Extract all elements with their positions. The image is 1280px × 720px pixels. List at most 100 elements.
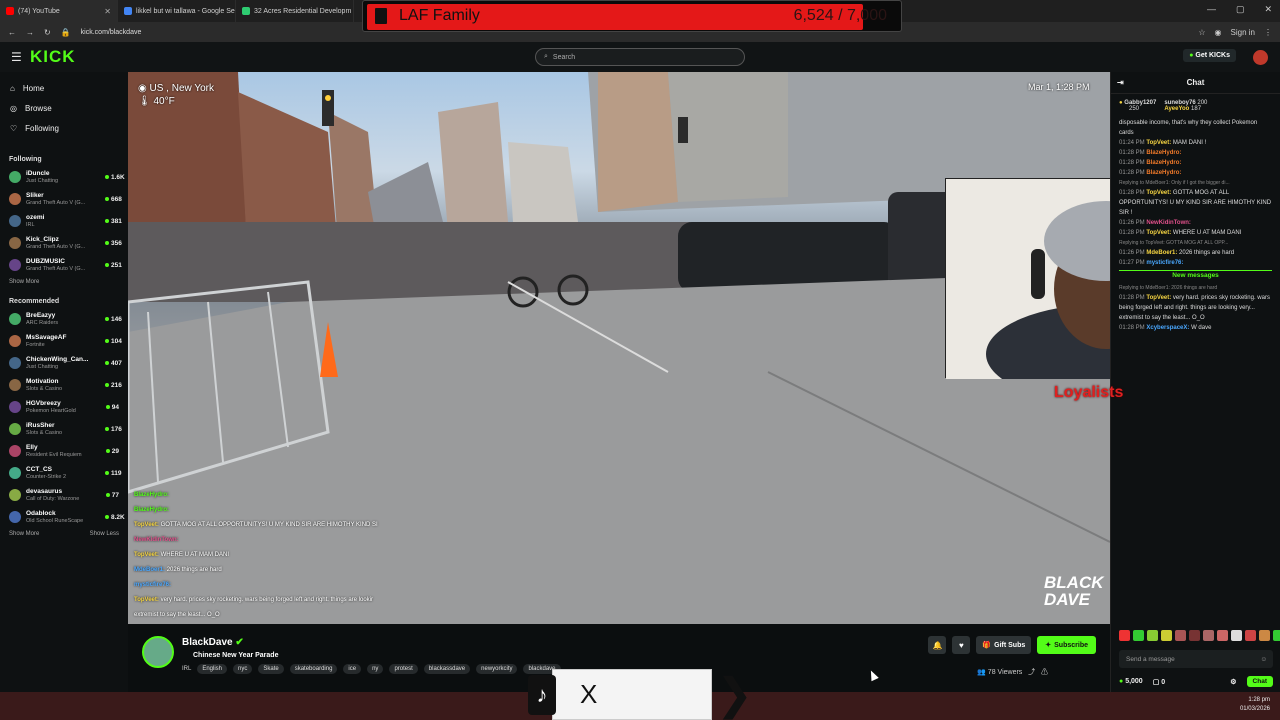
chat-username[interactable]: BlazeHydro: [1146,170,1181,176]
chat-username[interactable]: TopVeet: [1146,190,1171,196]
chat-send-button[interactable]: Chat [1246,676,1273,687]
close-window-icon[interactable]: ✕ [1264,4,1272,15]
sidebar-channel[interactable]: Elly Resident Evil Requiem 29 [0,440,128,462]
chevron-right-icon: ❯ [716,670,753,719]
sidebar-channel[interactable]: devasaurus Call of Duty: Warzone 77 [0,484,128,506]
sidebar-channel[interactable]: Odablock Old School RuneScape 8.2K [0,506,128,528]
show-more-button[interactable]: Show More [9,531,39,537]
emote-icon[interactable] [1133,630,1144,641]
chat-username[interactable]: TopVeet: [1146,140,1171,146]
chat-username[interactable]: TopVeet: [1146,230,1171,236]
get-kicks-button[interactable]: ● Get KICKs [1183,49,1236,62]
stream-tag[interactable]: skateboarding [289,664,338,674]
emote-icon[interactable] [1259,630,1270,641]
subscribe-button[interactable]: ✦ Subscribe [1037,636,1096,654]
gift-subs-button[interactable]: 🎁 Gift Subs [976,636,1032,654]
chat-username[interactable]: mysticfire76: [1146,260,1183,266]
close-tab-icon[interactable]: ✕ [104,7,111,16]
chat-username[interactable]: TopVeet: [1146,295,1171,301]
chat-message: 01:24 PM TopVeet: MAM DANI ! [1119,138,1272,148]
sidebar-channel[interactable]: ChickenWing_Can... Just Chatting 407 [0,352,128,374]
settings-icon[interactable]: ⚙ [1230,678,1236,686]
menu-icon[interactable]: ⋮ [1264,28,1272,37]
share-icon[interactable]: ⤴ [1028,669,1035,676]
profile-icon[interactable]: ◉ [1215,28,1222,37]
emoji-icon[interactable]: ☺ [1260,656,1267,663]
tiktok-box [552,669,712,720]
show-less-button[interactable]: Show Less [90,531,119,537]
chat-username[interactable]: BlazeHydro: [1146,160,1181,166]
browser-tab[interactable]: 32 Acres Residential Developm✕ [236,0,354,22]
stream-tag[interactable]: English [197,664,228,674]
sidebar-channel[interactable]: CCT_CS Counter-Strike 2 119 [0,462,128,484]
stream-tag[interactable]: Skate [258,664,284,674]
video-player[interactable]: ◉ US , New York 🌡 40°F Mar 1, 1:28 PM Bl… [128,72,1110,624]
search-input[interactable]: ⌕ Search [535,48,745,66]
collapse-chat-icon[interactable]: ⇥ [1117,78,1124,87]
stream-tag[interactable]: protest [389,664,418,674]
chat-username[interactable]: XcyberspaceX: [1146,325,1189,331]
sidebar-item-following[interactable]: ♡ Following [0,118,128,138]
viewer-count: 👥 78 Viewers ⤴ ⚠ [977,667,1048,677]
emote-icon[interactable] [1203,630,1214,641]
notification-bell-button[interactable]: 🔔 [928,636,947,654]
sidebar-channel[interactable]: Kick_Clipz Grand Theft Auto V (G... 356 [0,232,128,254]
stream-tag[interactable]: blackassdave [423,664,471,674]
stream-tag[interactable]: nyc [233,664,253,674]
report-icon[interactable]: ⚠ [1041,669,1048,676]
sidebar-channel[interactable]: HGVbreezy Pokemon HeartGold 94 [0,396,128,418]
star-icon[interactable]: ☆ [1198,28,1205,37]
sidebar-channel[interactable]: Motivation Slots & Casino 216 [0,374,128,396]
emote-icon[interactable] [1161,630,1172,641]
browser-tab[interactable]: (74) YouTube ✕ [0,0,118,22]
top-gifter[interactable]: suneboy76 200 AyeeYoo 187 [1164,100,1207,112]
location-pin-icon: ◉ [138,83,147,94]
kick-logo[interactable]: KICK [30,47,76,67]
emote-icon[interactable] [1245,630,1256,641]
sign-in-button[interactable]: Sign in [1231,28,1255,37]
sidebar-item-browse[interactable]: ◎ Browse [0,98,128,118]
stream-tag[interactable]: ny [367,664,384,674]
emote-icon[interactable] [1231,630,1242,641]
browser-tab[interactable]: likkel but wi tallawa - Google Se✕ [118,0,236,22]
send-message-input[interactable]: Send a message ☺ [1119,650,1273,668]
kicks-balance[interactable]: ● 5,000 [1119,678,1143,685]
stream-tag[interactable]: ice [343,664,362,674]
reload-icon[interactable]: ↻ [44,28,51,37]
sidebar-channel[interactable]: MsSavageAF Fortnite 104 [0,330,128,352]
emote-icon[interactable] [1189,630,1200,641]
sidebar-channel[interactable]: ozemi IRL 381 [0,210,128,232]
sidebar-item-home[interactable]: ⌂ Home [0,78,128,98]
points-balance[interactable]: ▢ 0 [1153,678,1165,686]
sidebar-channel[interactable]: Sliker Grand Theft Auto V (G... 668 [0,188,128,210]
streamer-avatar[interactable] [142,636,174,668]
new-messages-divider[interactable]: New messages [1119,270,1272,281]
minimize-icon[interactable]: — [1207,4,1216,15]
chat-username[interactable]: NewKidinTown: [1146,220,1191,226]
hamburger-icon[interactable]: ☰ [11,50,22,64]
category-tag[interactable]: IRL [182,666,191,672]
emote-icon[interactable] [1273,630,1280,641]
maximize-icon[interactable]: ▢ [1236,4,1245,15]
emote-icon[interactable] [1119,630,1130,641]
sidebar-channel[interactable]: iDuncle Just Chatting 1.6K [0,166,128,188]
url-field[interactable]: kick.com/blackdave [81,29,142,36]
emote-icon[interactable] [1217,630,1228,641]
follow-heart-button[interactable]: ♥ [952,636,971,654]
streamer-name[interactable]: BlackDave ✔ [182,637,244,648]
emote-icon[interactable] [1175,630,1186,641]
emote-icon[interactable] [1147,630,1158,641]
stream-tag[interactable]: newyorkcity [476,664,518,674]
back-icon[interactable]: ← [8,28,16,37]
sidebar-channel[interactable]: DUBZMUSIC Grand Theft Auto V (G... 251 [0,254,128,276]
sidebar-channel[interactable]: iRusSher Slots & Casino 176 [0,418,128,440]
show-more-following[interactable]: Show More [0,276,128,288]
sidebar-channel[interactable]: BreEazyy ARC Raiders 146 [0,308,128,330]
forward-icon[interactable]: → [26,28,34,37]
chat-username[interactable]: MdeBoer1: [1146,250,1177,256]
chat-message: 01:28 PM TopVeet: WHERE U AT MAM DANI [1119,228,1272,238]
top-gifter[interactable]: ● Gabby1207 250 [1119,100,1156,112]
avatar[interactable] [1253,50,1268,65]
live-dot-icon [105,471,109,475]
chat-username[interactable]: BlazeHydro: [1146,150,1181,156]
